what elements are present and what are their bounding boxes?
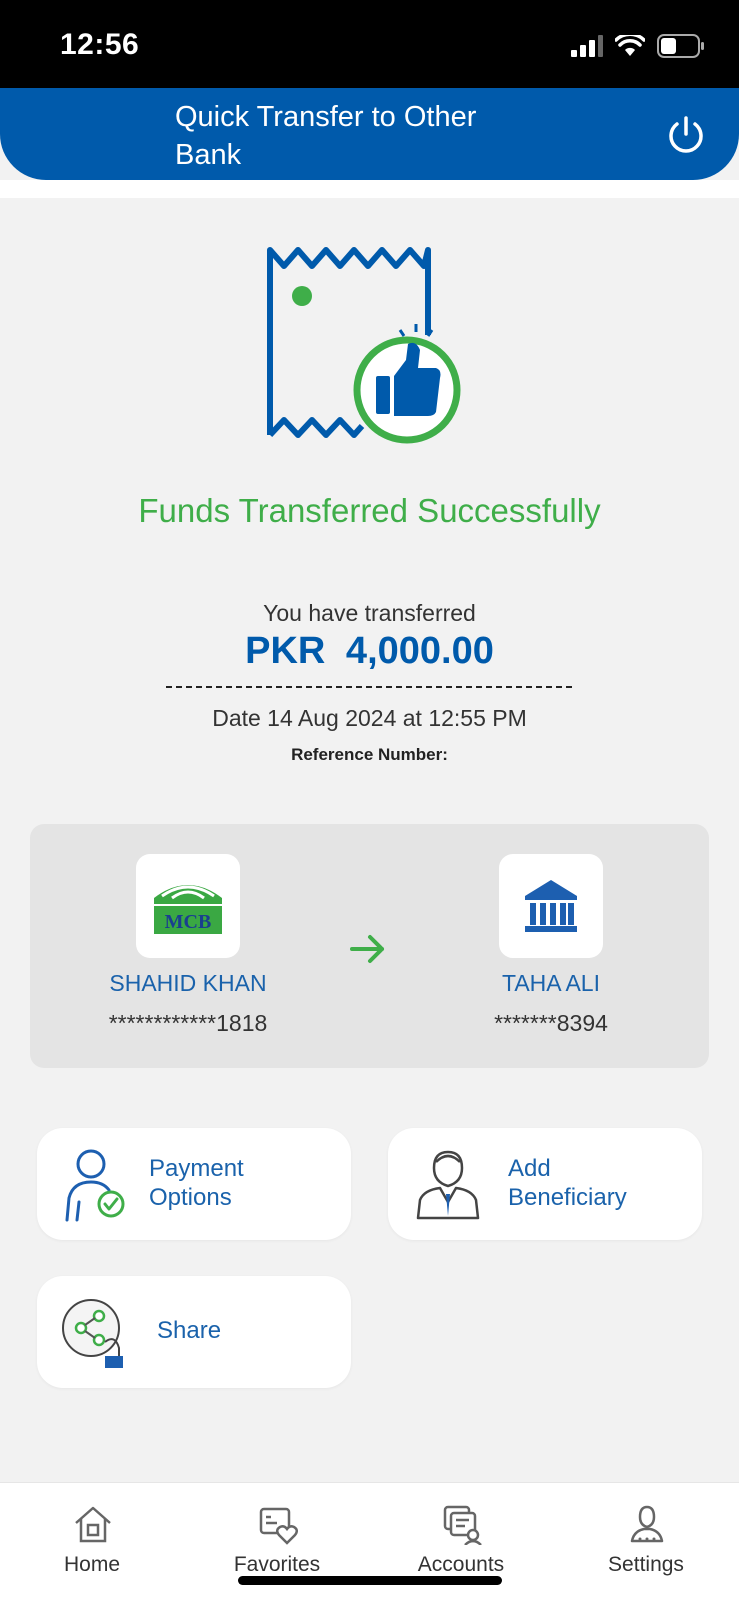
dashed-divider [166, 686, 572, 688]
tab-home-label: Home [63, 1553, 121, 1576]
reference-number-label: Reference Number: [291, 745, 448, 764]
add-beneficiary-label: Add Beneficiary [508, 1155, 627, 1211]
transferred-label: You have transferred [263, 600, 476, 626]
transfer-amount: PKR 4,000.00 [245, 630, 494, 672]
arrow-right-icon [350, 935, 384, 963]
status-bar: 12:56 [0, 0, 739, 90]
success-message: Funds Transferred Successfully [138, 492, 601, 529]
home-icon [75, 1506, 111, 1543]
receipt-success-icon [267, 247, 461, 444]
share-button[interactable]: Share [37, 1276, 351, 1388]
sender-bank-logo: MCB [136, 854, 240, 958]
add-beneficiary-icon [416, 1150, 480, 1220]
mcb-logo-icon: MCB [154, 885, 222, 934]
bank-building-icon [525, 880, 577, 932]
cellular-signal-icon [571, 35, 603, 57]
status-icons [571, 34, 705, 58]
sender-name: SHAHID KHAN [109, 970, 267, 996]
transfer-date: Date 14 Aug 2024 at 12:55 PM [212, 705, 527, 731]
wifi-icon [615, 35, 645, 56]
receiver-name: TAHA ALI [501, 970, 600, 996]
tab-settings[interactable]: Settings [554, 1483, 738, 1600]
tab-favorites-label: Favorites [233, 1553, 321, 1576]
payment-options-label: Payment Options [149, 1155, 244, 1211]
power-logout-icon[interactable] [665, 114, 707, 156]
favorites-icon [259, 1507, 298, 1545]
accounts-icon [443, 1505, 482, 1545]
tab-home[interactable]: Home [0, 1483, 184, 1600]
payment-options-icon [65, 1149, 125, 1222]
tab-accounts-label: Accounts [417, 1553, 505, 1576]
payment-options-button[interactable]: Payment Options [37, 1128, 351, 1240]
transfer-parties-card: MCB SHAHID KHAN ************1818 TAHA AL… [30, 824, 709, 1068]
share-icon [62, 1299, 123, 1368]
header-underlay [0, 180, 739, 198]
receiver-account: *******8394 [494, 1010, 608, 1036]
add-beneficiary-button[interactable]: Add Beneficiary [388, 1128, 702, 1240]
battery-icon [657, 34, 704, 58]
sender-account: ************1818 [108, 1010, 268, 1036]
app-header: Quick Transfer to Other Bank [0, 88, 739, 180]
home-indicator [238, 1576, 502, 1585]
share-label: Share [157, 1317, 222, 1344]
status-time: 12:56 [60, 28, 140, 61]
settings-user-icon [630, 1505, 664, 1543]
tab-settings-label: Settings [608, 1553, 684, 1576]
receiver-bank-logo [499, 854, 603, 958]
svg-text:MCB: MCB [165, 911, 212, 933]
page-title: Quick Transfer to Other Bank [175, 101, 477, 171]
